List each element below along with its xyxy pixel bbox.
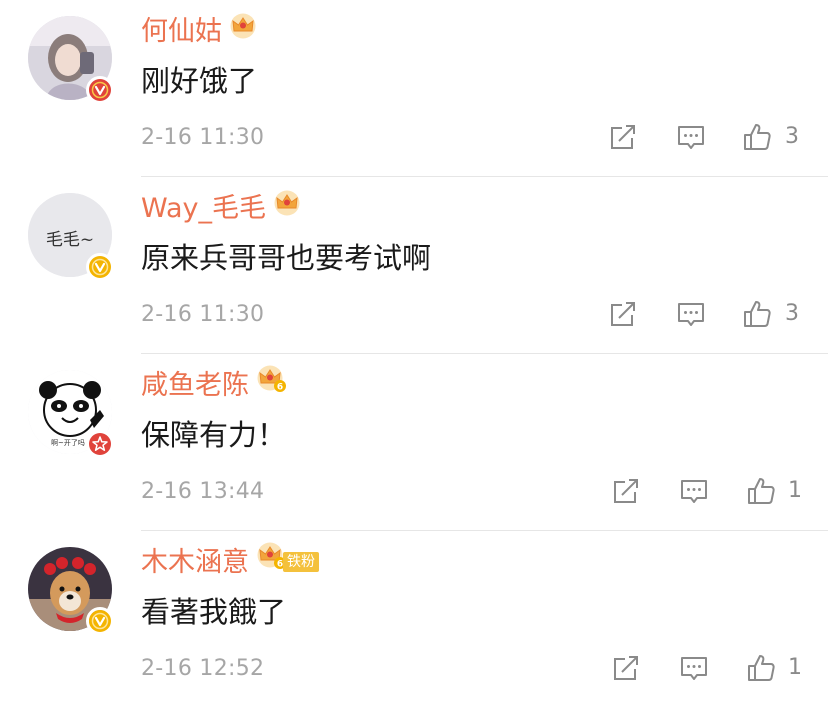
comment-icon[interactable]	[675, 298, 707, 330]
avatar-caption: 啊~开了吗	[51, 439, 85, 447]
username-text[interactable]: 何仙姑	[141, 16, 222, 47]
comment-item: 啊~开了吗 咸鱼老陈 6 保障有力！ 2-16 13:44 1	[0, 354, 828, 531]
star-badge-icon	[86, 430, 114, 458]
share-icon[interactable]	[610, 475, 642, 507]
share-icon[interactable]	[607, 121, 639, 153]
thumbs-up-icon[interactable]	[745, 652, 777, 684]
username-link[interactable]: Way_毛毛	[141, 189, 302, 229]
username-link[interactable]: 何仙姑	[141, 12, 258, 52]
verified-v-badge-icon	[86, 607, 114, 635]
crown-icon[interactable]: 6	[255, 365, 287, 405]
share-icon[interactable]	[610, 652, 642, 684]
comment-time: 2-16 11:30	[141, 125, 265, 150]
share-icon[interactable]	[607, 298, 639, 330]
thumbs-up-icon[interactable]	[741, 121, 773, 153]
thumbs-up-icon[interactable]	[745, 475, 777, 507]
comment-text: 刚好饿了	[141, 64, 258, 98]
comment-icon[interactable]	[678, 652, 710, 684]
verified-v-badge-icon	[86, 253, 114, 281]
avatar-text: 毛毛~	[46, 230, 94, 250]
avatar[interactable]	[28, 16, 114, 104]
comment-icon[interactable]	[675, 121, 707, 153]
comment-item: 毛毛~ Way_毛毛 原来兵哥哥也要考试啊 2-16 11:30 3	[0, 177, 828, 354]
username-text[interactable]: 木木涵意	[141, 547, 249, 578]
comment-text: 保障有力！	[141, 418, 287, 452]
comment-time: 2-16 13:44	[141, 479, 265, 504]
like-count: 1	[788, 655, 802, 680]
thumbs-up-icon[interactable]	[741, 298, 773, 330]
comment-item: 何仙姑 刚好饿了 2-16 11:30 3	[0, 0, 828, 177]
username-link[interactable]: 咸鱼老陈 6	[141, 365, 287, 406]
avatar[interactable]	[28, 547, 114, 635]
crown-icon[interactable]	[272, 188, 302, 228]
fan-tag-badge[interactable]: 铁粉	[283, 551, 319, 572]
comment-text: 看著我餓了	[141, 595, 287, 629]
avatar[interactable]: 啊~开了吗	[28, 370, 114, 458]
like-count: 1	[788, 478, 802, 503]
verified-v-badge-icon	[86, 76, 114, 104]
comment-time: 2-16 11:30	[141, 302, 265, 327]
comment-time: 2-16 12:52	[141, 656, 265, 681]
username-link[interactable]: 木木涵意 6 铁粉	[141, 542, 319, 583]
username-text[interactable]: Way_毛毛	[141, 193, 266, 224]
avatar[interactable]: 毛毛~	[28, 193, 114, 281]
comment-item: 木木涵意 6 铁粉 看著我餓了 2-16 12:52 1	[0, 531, 828, 708]
comment-text: 原来兵哥哥也要考试啊	[141, 241, 432, 275]
like-count: 3	[785, 301, 799, 326]
crown-icon[interactable]	[228, 11, 258, 51]
comment-icon[interactable]	[678, 475, 710, 507]
username-text[interactable]: 咸鱼老陈	[141, 370, 249, 401]
crown-level: 6	[277, 382, 283, 392]
like-count: 3	[785, 124, 799, 149]
